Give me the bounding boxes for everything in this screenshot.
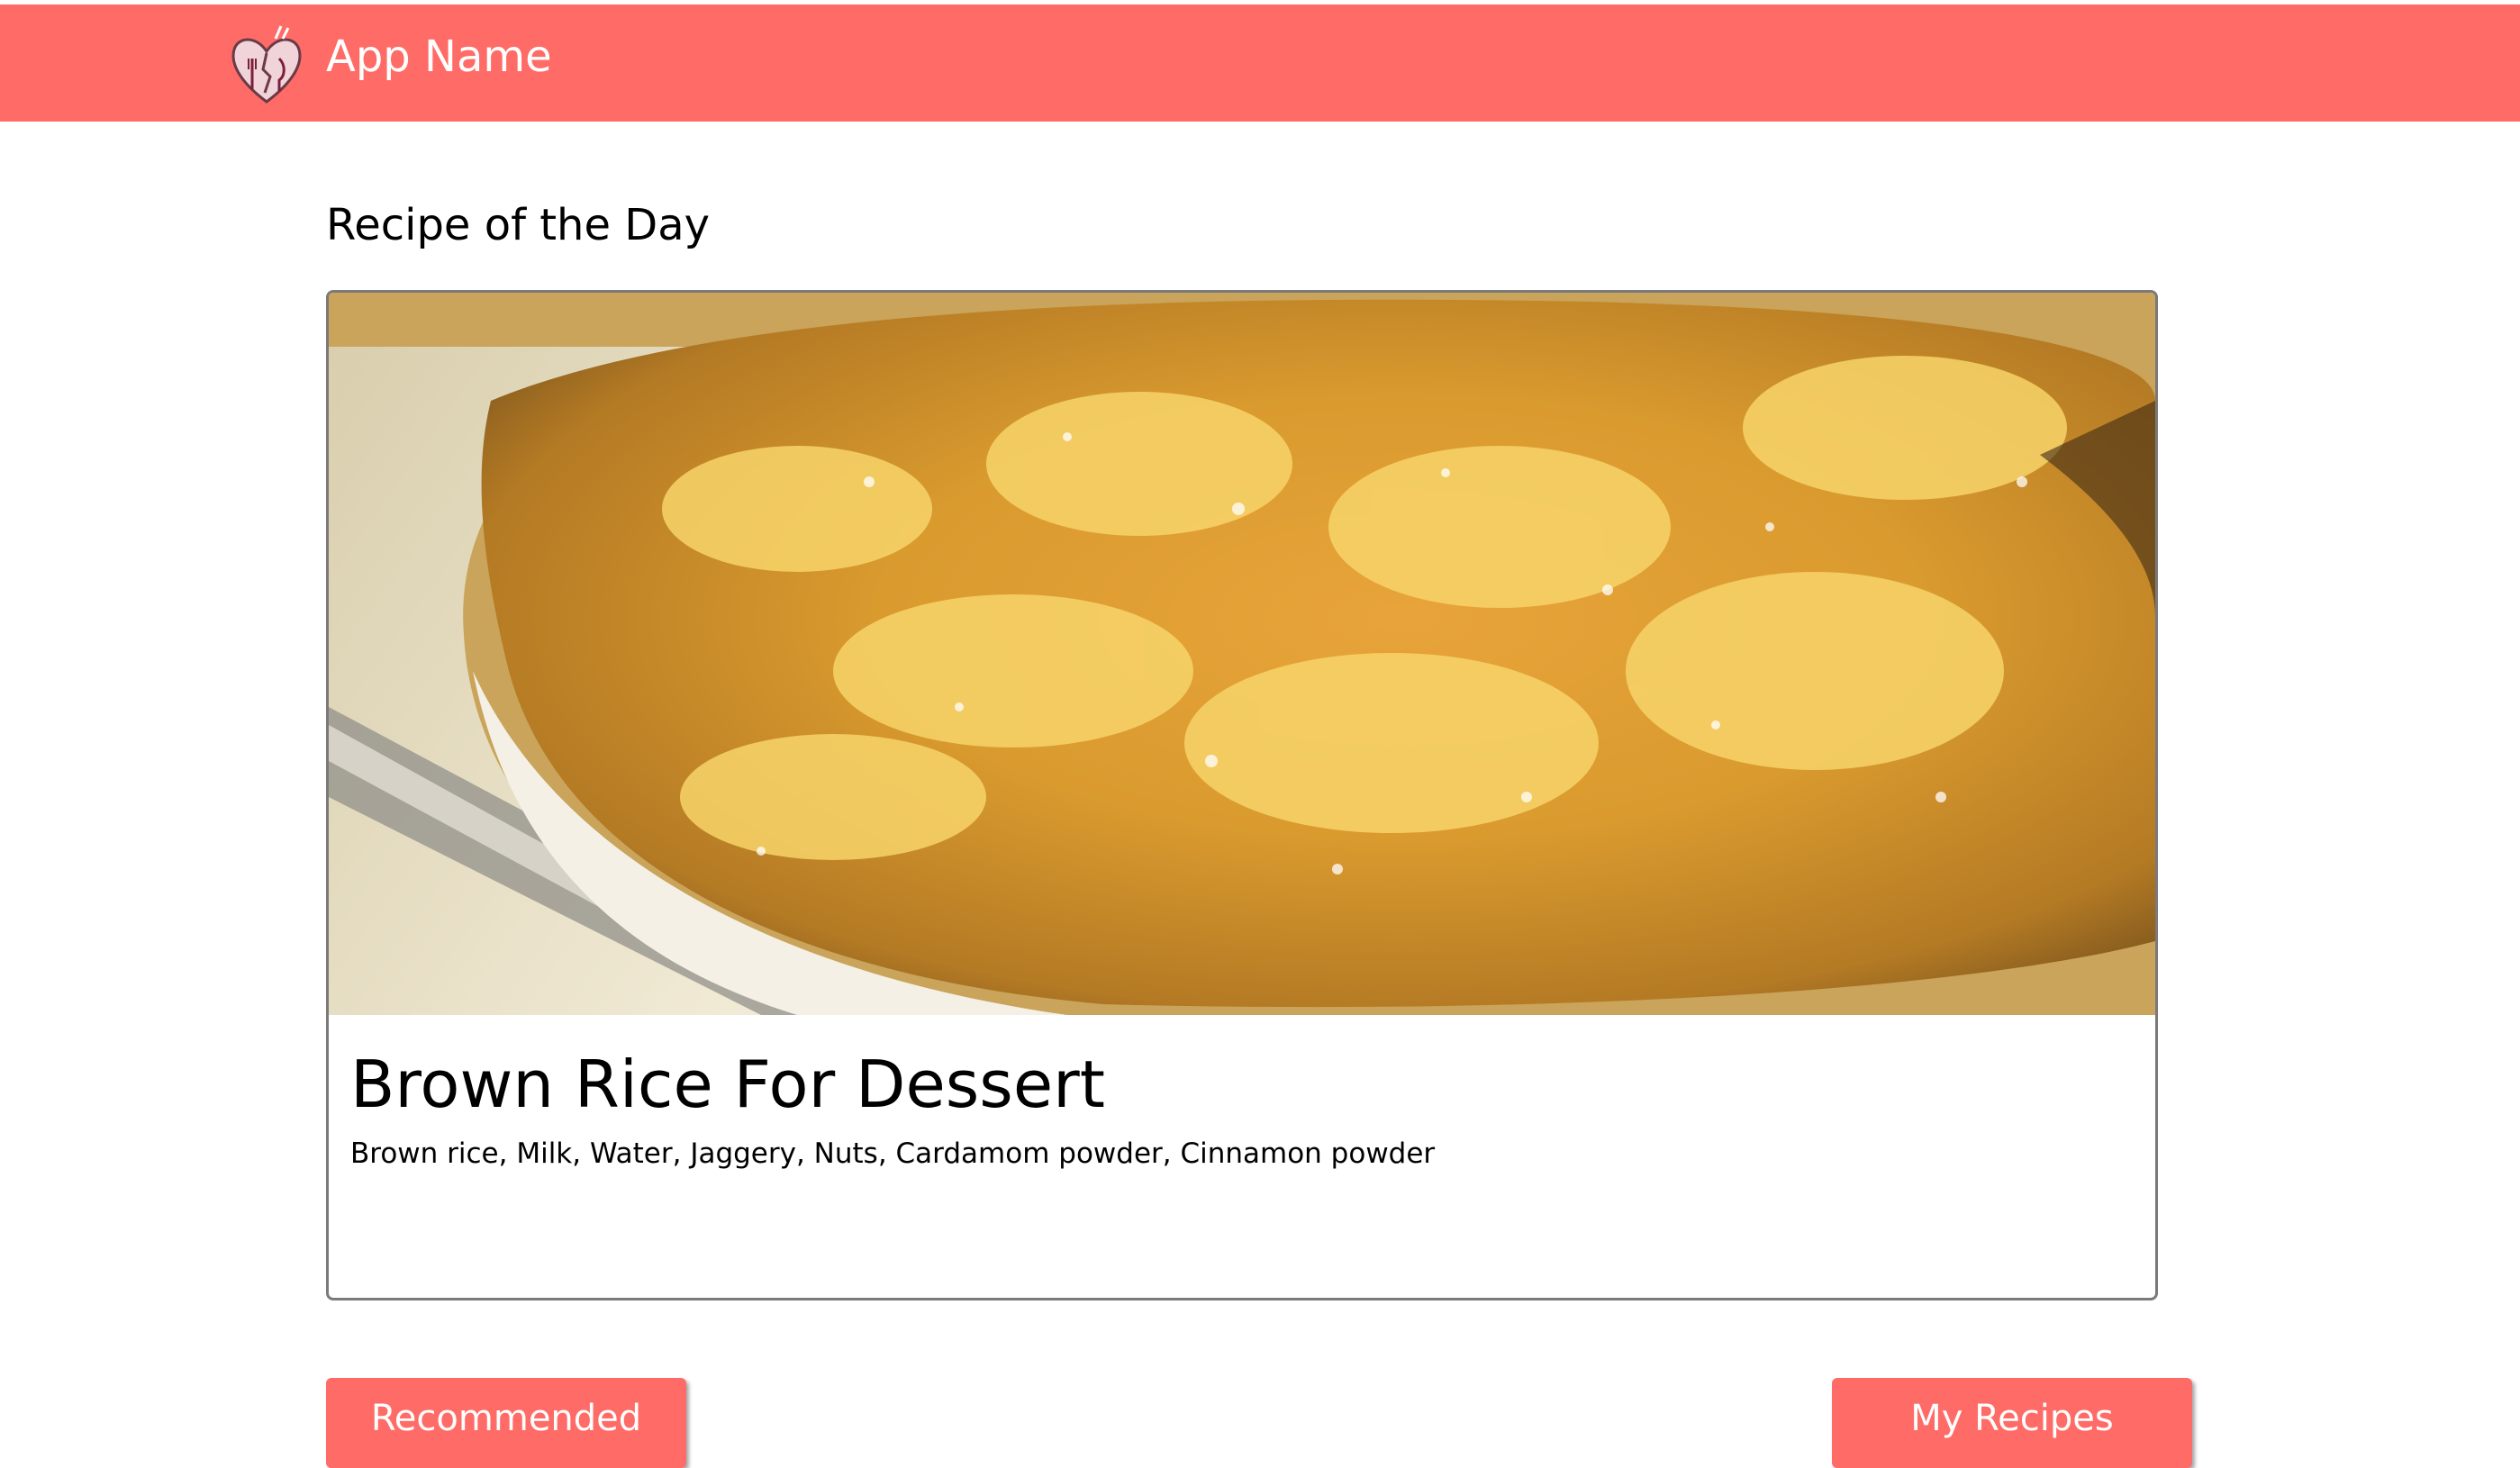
recipe-card[interactable]: Brown Rice For Dessert Brown rice, Milk,… (326, 290, 2158, 1300)
heart-fork-logo-icon[interactable] (229, 23, 304, 109)
recipe-title[interactable]: Brown Rice For Dessert (350, 1044, 1105, 1125)
recipe-image (329, 293, 2155, 1015)
recipe-ingredients: Brown rice, Milk, Water, Jaggery, Nuts, … (350, 1137, 1436, 1170)
page-title: Recipe of the Day (326, 200, 711, 250)
my-recipes-button[interactable]: My Recipes (1832, 1378, 2192, 1468)
app-name: App Name (326, 32, 552, 82)
recommended-button[interactable]: Recommended (326, 1378, 686, 1468)
app-header: App Name (0, 5, 2520, 122)
